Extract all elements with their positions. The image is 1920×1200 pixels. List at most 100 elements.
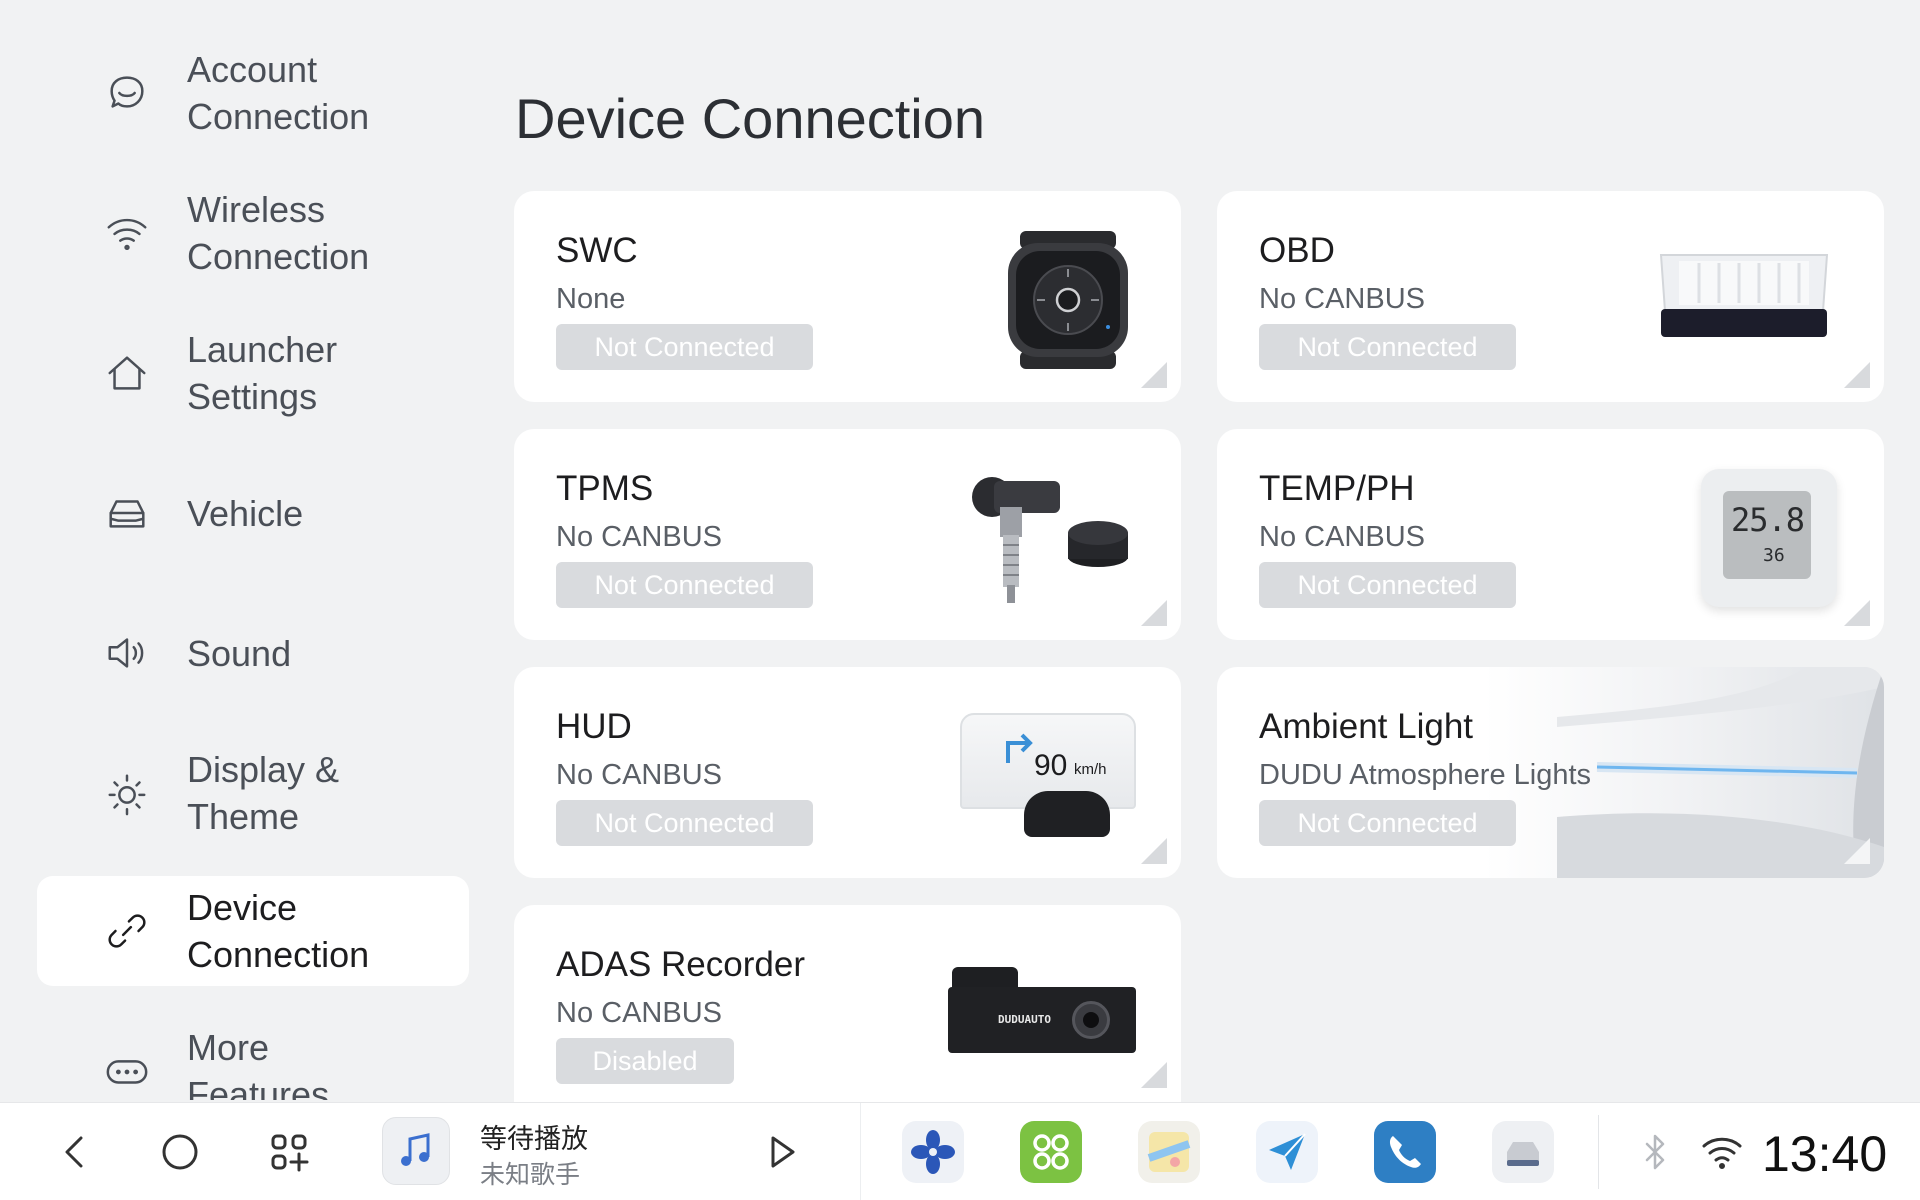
- apps-grid-app-icon[interactable]: [1020, 1121, 1082, 1183]
- card-title: ADAS Recorder: [556, 945, 805, 984]
- link-icon: [103, 907, 151, 955]
- wifi-status[interactable]: [1697, 1127, 1747, 1177]
- device-card-ambient-light[interactable]: Ambient Light DUDU Atmosphere Lights Not…: [1217, 667, 1884, 878]
- phone-app-icon[interactable]: [1374, 1121, 1436, 1183]
- wifi-icon: [103, 209, 151, 257]
- expand-corner-icon: [1141, 600, 1167, 626]
- dock-divider: [860, 1103, 861, 1200]
- tire-pressure-sensors-image: [972, 477, 1128, 603]
- bluetooth-status[interactable]: [1630, 1127, 1680, 1177]
- status-badge: Not Connected: [556, 562, 813, 608]
- card-title: SWC: [556, 231, 638, 270]
- sidebar: Account Connection Wireless Connection L…: [0, 0, 480, 1100]
- card-title: OBD: [1259, 231, 1335, 270]
- thermometer-hygrometer-image: 25.8 36: [1701, 469, 1837, 607]
- card-subtitle: No CANBUS: [556, 759, 722, 791]
- play-icon: [771, 1136, 795, 1168]
- sidebar-item-account-connection[interactable]: Account Connection: [37, 38, 469, 148]
- card-subtitle: No CANBUS: [1259, 283, 1425, 315]
- status-badge: Not Connected: [1259, 800, 1516, 846]
- card-subtitle: No CANBUS: [556, 521, 722, 553]
- sidebar-item-display-theme[interactable]: Display & Theme: [37, 738, 469, 848]
- fan-app-icon[interactable]: [902, 1121, 964, 1183]
- sidebar-item-sound[interactable]: Sound: [37, 598, 469, 708]
- car-icon: [103, 489, 151, 537]
- more-icon: [103, 1047, 151, 1095]
- page-title: Device Connection: [515, 87, 986, 150]
- hud-base: [1024, 791, 1110, 837]
- device-card-tpms[interactable]: TPMS No CANBUS Not Connected: [514, 429, 1181, 640]
- car-settings-app-icon[interactable]: [1492, 1121, 1554, 1183]
- expand-corner-icon: [1844, 362, 1870, 388]
- card-title: HUD: [556, 707, 632, 746]
- status-badge: Not Connected: [1259, 324, 1516, 370]
- sidebar-item-wireless-connection[interactable]: Wireless Connection: [37, 178, 469, 288]
- navigation-app-icon[interactable]: [1256, 1121, 1318, 1183]
- phone-icon: [1389, 1136, 1421, 1168]
- status-badge: Not Connected: [556, 324, 813, 370]
- play-button[interactable]: [756, 1127, 806, 1177]
- status-badge: Disabled: [556, 1038, 734, 1084]
- music-note-icon: [401, 1133, 430, 1166]
- clock: 13:40: [1762, 1126, 1888, 1182]
- sidebar-item-label: Vehicle: [187, 492, 304, 534]
- sidebar-item-label: Wireless Connection: [187, 189, 370, 277]
- status-badge: Not Connected: [1259, 562, 1516, 608]
- card-subtitle: DUDU Atmosphere Lights: [1259, 759, 1592, 791]
- maps-app-icon[interactable]: [1138, 1121, 1200, 1183]
- navigation-icon: [1269, 1133, 1306, 1170]
- expand-corner-icon: [1844, 600, 1870, 626]
- home-circle-icon: [162, 1134, 198, 1170]
- sidebar-item-label: Sound: [187, 632, 292, 674]
- card-title: Ambient Light: [1259, 707, 1474, 746]
- device-card-swc[interactable]: SWC None Not Connected: [514, 191, 1181, 402]
- expand-corner-icon: [1141, 1062, 1167, 1088]
- card-title: TPMS: [556, 469, 654, 508]
- fan-icon: [911, 1130, 955, 1174]
- music-artist: 未知歌手: [480, 1161, 581, 1189]
- device-card-temp-ph[interactable]: TEMP/PH No CANBUS Not Connected 25.8 36: [1217, 429, 1884, 640]
- temperature-readout: 25.8: [1731, 501, 1805, 539]
- sidebar-item-label: Launcher Settings: [187, 329, 338, 417]
- music-album-art[interactable]: [382, 1117, 450, 1185]
- home-icon: [103, 349, 151, 397]
- sidebar-item-launcher-settings[interactable]: Launcher Settings: [37, 318, 469, 428]
- home-button[interactable]: [155, 1127, 205, 1177]
- camera-brand: DUDUAUTO: [998, 1013, 1051, 1026]
- sidebar-item-device-connection[interactable]: Device Connection: [37, 876, 469, 986]
- turn-arrow-icon: [1006, 733, 1033, 763]
- sun-icon: [103, 769, 151, 817]
- dock-divider: [1598, 1115, 1599, 1189]
- status-badge: Not Connected: [556, 800, 813, 846]
- speed-unit: km/h: [1074, 761, 1107, 778]
- obd-module-image: [1659, 254, 1829, 337]
- bottom-dock: 等待播放 未知歌手 13:40: [0, 1102, 1920, 1200]
- account-icon: [103, 69, 151, 117]
- ambient-light-strip-image: [1557, 667, 1884, 878]
- music-title: 等待播放: [480, 1124, 588, 1154]
- maps-icon: [1147, 1132, 1191, 1172]
- sidebar-item-label: Account Connection: [187, 49, 370, 137]
- sidebar-item-more-features[interactable]: More Features: [37, 1016, 469, 1100]
- sidebar-item-label: Device Connection: [187, 887, 370, 975]
- apps-grid-icon: [1033, 1134, 1069, 1170]
- apps-grid-icon: [271, 1134, 309, 1172]
- back-icon: [65, 1136, 83, 1168]
- speed-readout: 90: [1034, 749, 1068, 782]
- device-card-obd[interactable]: OBD No CANBUS Not Connected: [1217, 191, 1884, 402]
- speaker-icon: [103, 629, 151, 677]
- device-card-adas-recorder[interactable]: ADAS Recorder No CANBUS Disabled DUDUAUT…: [514, 905, 1181, 1102]
- expand-corner-icon: [1141, 838, 1167, 864]
- sidebar-item-label: Display & Theme: [187, 749, 340, 837]
- sidebar-item-label: More Features: [187, 1027, 330, 1100]
- card-subtitle: None: [556, 283, 626, 315]
- wifi-icon: [1702, 1137, 1742, 1169]
- app-drawer-button[interactable]: [264, 1127, 314, 1177]
- card-subtitle: No CANBUS: [556, 997, 722, 1029]
- device-card-hud[interactable]: HUD No CANBUS Not Connected 90 km/h: [514, 667, 1181, 878]
- expand-corner-icon: [1844, 838, 1870, 864]
- back-button[interactable]: [50, 1127, 100, 1177]
- steering-wheel-controller-image: [1008, 231, 1128, 369]
- card-title: TEMP/PH: [1259, 469, 1415, 508]
- sidebar-item-vehicle[interactable]: Vehicle: [37, 458, 469, 568]
